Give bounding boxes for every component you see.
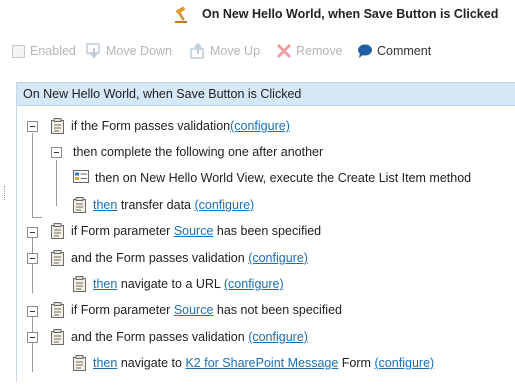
move-down-button[interactable]: Move Down	[86, 42, 172, 60]
action-group-text: then complete the following one after an…	[73, 145, 324, 159]
then-link[interactable]: then	[93, 198, 117, 212]
splitter-handle[interactable]	[4, 186, 6, 200]
configure-link[interactable]: (configure)	[374, 356, 434, 370]
hammer-icon	[172, 6, 190, 24]
action-icon	[73, 276, 87, 292]
configure-link[interactable]: (configure)	[248, 330, 308, 344]
source-link[interactable]: Source	[174, 224, 214, 238]
window-title: On New Hello World, when Save Button is …	[202, 7, 499, 21]
rule-row[interactable]: if the Form passes validation (configure…	[51, 116, 290, 136]
rule-header[interactable]: On New Hello World, when Save Button is …	[17, 82, 515, 106]
configure-link[interactable]: (configure)	[230, 119, 290, 133]
condition-text: if the Form passes validation	[71, 119, 231, 133]
action-icon	[73, 355, 87, 371]
collapse-toggle[interactable]	[27, 306, 38, 317]
move-down-icon	[86, 43, 102, 59]
tree-line	[32, 217, 42, 218]
tree-line	[32, 316, 33, 372]
enabled-label: Enabled	[30, 44, 76, 58]
remove-icon	[276, 43, 292, 59]
rule-row[interactable]: and the Form passes validation (configur…	[51, 327, 308, 347]
source-link[interactable]: Source	[174, 303, 214, 317]
view-method-icon	[73, 170, 89, 186]
move-up-icon	[190, 43, 206, 59]
rule-row[interactable]: then navigate to a URL (configure)	[73, 274, 284, 294]
condition-icon	[51, 118, 65, 134]
configure-link[interactable]: (configure)	[194, 198, 254, 212]
collapse-toggle[interactable]	[51, 147, 62, 158]
comment-button[interactable]: Comment	[357, 42, 431, 60]
enabled-checkbox[interactable]	[10, 43, 26, 59]
configure-link[interactable]: (configure)	[224, 277, 284, 291]
tree-line	[32, 237, 33, 293]
action-icon	[73, 197, 87, 213]
rule-row[interactable]: then complete the following one after an…	[73, 142, 323, 162]
rule-row[interactable]: and the Form passes validation (configur…	[51, 248, 308, 268]
toolbar: Enabled Move Down Move Up Remove Comment	[0, 34, 515, 68]
tree-line	[32, 133, 33, 217]
condition-icon	[51, 223, 65, 239]
form-link[interactable]: K2 for SharePoint Message	[185, 356, 338, 370]
tree-line	[56, 160, 57, 206]
action-text: then on New Hello World View, execute th…	[95, 171, 472, 185]
rule-row[interactable]: then transfer data (configure)	[73, 195, 254, 215]
collapse-toggle[interactable]	[27, 332, 38, 343]
condition-icon	[51, 250, 65, 266]
move-up-button[interactable]: Move Up	[190, 42, 260, 60]
enabled-toggle[interactable]: Enabled	[10, 42, 76, 60]
collapse-toggle[interactable]	[27, 121, 38, 132]
then-link[interactable]: then	[93, 277, 117, 291]
comment-icon	[357, 43, 373, 59]
title-bar: On New Hello World, when Save Button is …	[0, 0, 515, 30]
then-link[interactable]: then	[93, 356, 117, 370]
remove-button[interactable]: Remove	[276, 42, 343, 60]
rule-row[interactable]: if Form parameter Source has not been sp…	[51, 300, 342, 320]
rule-row[interactable]: then on New Hello World View, execute th…	[73, 168, 471, 188]
rule-panel: On New Hello World, when Save Button is …	[16, 82, 515, 382]
condition-icon	[51, 302, 65, 318]
rule-row[interactable]: if Form parameter Source has been specif…	[51, 221, 321, 241]
collapse-toggle[interactable]	[27, 227, 38, 238]
collapse-toggle[interactable]	[27, 253, 38, 264]
rule-row[interactable]: then navigate to K2 for SharePoint Messa…	[73, 353, 434, 373]
condition-icon	[51, 329, 65, 345]
configure-link[interactable]: (configure)	[248, 251, 308, 265]
